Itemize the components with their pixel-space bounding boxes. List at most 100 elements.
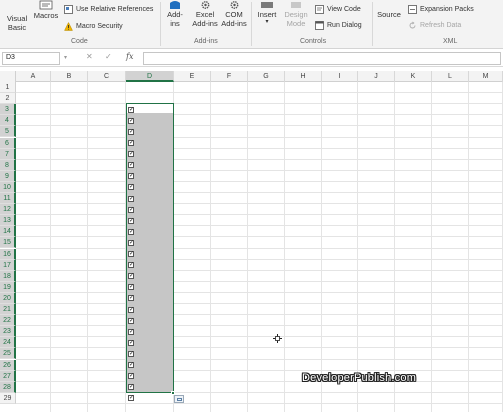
row-header-20[interactable]: 20 xyxy=(0,292,16,304)
enter-icon[interactable]: ✓ xyxy=(105,52,112,61)
checkbox-d25[interactable]: ✓ xyxy=(128,350,134,357)
checkbox-d12[interactable]: ✓ xyxy=(128,206,134,213)
row-header-26[interactable]: 26 xyxy=(0,359,16,371)
watermark: DeveloperPublish.com xyxy=(302,372,417,384)
insert-function-icon[interactable]: fx xyxy=(126,52,133,61)
column-header-l[interactable]: L xyxy=(432,71,469,82)
row-header-14[interactable]: 14 xyxy=(0,226,16,238)
row-gridline xyxy=(16,136,503,138)
column-header-g[interactable]: G xyxy=(248,71,285,82)
row-header-3[interactable]: 3 xyxy=(0,104,16,116)
macros-button[interactable]: Macros xyxy=(33,0,59,20)
warning-icon xyxy=(64,22,73,31)
column-header-k[interactable]: K xyxy=(395,71,432,82)
checkbox-d11[interactable]: ✓ xyxy=(128,195,134,202)
checkbox-d18[interactable]: ✓ xyxy=(128,273,134,280)
checkbox-d6[interactable]: ✓ xyxy=(128,140,134,146)
group-separator xyxy=(372,2,373,46)
checkbox-d15[interactable]: ✓ xyxy=(128,239,134,246)
row-header-29[interactable]: 29 xyxy=(0,392,16,404)
insert-controls-button[interactable]: Insert ▾ xyxy=(254,0,280,25)
worksheet-grid[interactable]: ABCDEFGHIJKLM 1 2 3 ✓ 4 ✓ 5 ✓ 6 ✓ 7 ✓ 8 ✓ 9 ✓ 10 ✓ 11 ✓ 12 ✓ 1… xyxy=(0,71,503,412)
row-header-8[interactable]: 8 xyxy=(0,159,16,171)
name-box-dropdown-icon[interactable]: ▾ xyxy=(64,54,67,61)
checkbox-d5[interactable]: ✓ xyxy=(128,128,134,135)
checkbox-d16[interactable]: ✓ xyxy=(128,251,134,257)
column-header-h[interactable]: H xyxy=(285,71,322,82)
row-header-18[interactable]: 18 xyxy=(0,270,16,282)
checkbox-d22[interactable]: ✓ xyxy=(128,317,134,324)
addins-button[interactable]: Add- ins xyxy=(163,0,187,28)
checkbox-d14[interactable]: ✓ xyxy=(128,228,134,235)
column-header-c[interactable]: C xyxy=(88,71,126,82)
refresh-data-button[interactable]: Refresh Data xyxy=(408,21,461,30)
row-header-9[interactable]: 9 xyxy=(0,170,16,182)
column-header-b[interactable]: B xyxy=(51,71,88,82)
row-header-10[interactable]: 10 xyxy=(0,181,16,193)
xml-source-button[interactable]: Source xyxy=(375,0,403,19)
row-header-13[interactable]: 13 xyxy=(0,215,16,227)
view-code-button[interactable]: View Code xyxy=(315,5,361,14)
row-header-12[interactable]: 12 xyxy=(0,204,16,216)
expansion-packs-button[interactable]: Expansion Packs xyxy=(408,5,474,14)
cancel-icon[interactable]: ✕ xyxy=(86,52,93,61)
column-header-d[interactable]: D xyxy=(126,71,174,82)
checkbox-d19[interactable]: ✓ xyxy=(128,284,134,291)
row-header-21[interactable]: 21 xyxy=(0,304,16,316)
row-header-16[interactable]: 16 xyxy=(0,248,16,260)
design-mode-button[interactable]: Design Mode xyxy=(283,0,309,28)
row-header-2[interactable]: 2 xyxy=(0,93,16,105)
row-header-27[interactable]: 27 xyxy=(0,370,16,382)
row-header-7[interactable]: 7 xyxy=(0,148,16,160)
checkbox-d13[interactable]: ✓ xyxy=(128,217,134,224)
refresh-data-label: Refresh Data xyxy=(420,22,462,29)
row-header-19[interactable]: 19 xyxy=(0,281,16,293)
checkbox-d3[interactable]: ✓ xyxy=(128,106,134,113)
row-header-6[interactable]: 6 xyxy=(0,137,16,149)
row-header-23[interactable]: 23 xyxy=(0,326,16,338)
checkbox-d7[interactable]: ✓ xyxy=(128,151,134,158)
row-header-5[interactable]: 5 xyxy=(0,126,16,138)
checkbox-d28[interactable]: ✓ xyxy=(128,384,134,391)
checkbox-d10[interactable]: ✓ xyxy=(128,184,134,191)
row-header-28[interactable]: 28 xyxy=(0,381,16,393)
visual-basic-button[interactable]: Visual Basic xyxy=(4,4,30,32)
row-header-11[interactable]: 11 xyxy=(0,193,16,205)
checkbox-d24[interactable]: ✓ xyxy=(128,339,134,346)
run-dialog-button[interactable]: Run Dialog xyxy=(315,21,362,30)
macro-security-button[interactable]: Macro Security xyxy=(64,22,123,31)
checkbox-d21[interactable]: ✓ xyxy=(128,306,134,313)
checkbox-d29[interactable]: ✓ xyxy=(128,395,134,402)
excel-addins-button[interactable]: Excel Add-ins xyxy=(191,0,219,28)
checkbox-d4[interactable]: ✓ xyxy=(128,117,134,124)
column-header-e[interactable]: E xyxy=(174,71,211,82)
com-addins-button[interactable]: COM Add-ins xyxy=(220,0,248,28)
row-header-24[interactable]: 24 xyxy=(0,337,16,349)
column-gridline xyxy=(210,82,211,412)
checkbox-d23[interactable]: ✓ xyxy=(128,328,134,335)
checkbox-d9[interactable]: ✓ xyxy=(128,173,134,180)
checkbox-d17[interactable]: ✓ xyxy=(128,262,134,269)
column-header-f[interactable]: F xyxy=(211,71,248,82)
row-header-22[interactable]: 22 xyxy=(0,315,16,327)
use-relative-references-button[interactable]: Use Relative References xyxy=(64,5,153,14)
formula-input[interactable] xyxy=(143,52,501,65)
row-gridline xyxy=(16,203,503,205)
checkbox-d8[interactable]: ✓ xyxy=(128,162,134,169)
column-header-j[interactable]: J xyxy=(358,71,395,82)
toolbox-icon xyxy=(261,2,273,8)
column-header-i[interactable]: I xyxy=(322,71,358,82)
checkbox-d20[interactable]: ✓ xyxy=(128,295,134,302)
quick-analysis-button[interactable] xyxy=(174,395,184,403)
select-all-corner[interactable] xyxy=(0,71,16,82)
checkbox-d27[interactable]: ✓ xyxy=(128,373,134,380)
name-box[interactable]: D3 xyxy=(2,52,60,65)
row-header-1[interactable]: 1 xyxy=(0,82,16,94)
checkbox-d26[interactable]: ✓ xyxy=(128,362,134,368)
row-header-17[interactable]: 17 xyxy=(0,259,16,271)
column-header-m[interactable]: M xyxy=(469,71,503,82)
row-header-4[interactable]: 4 xyxy=(0,115,16,127)
row-header-15[interactable]: 15 xyxy=(0,237,16,249)
column-header-a[interactable]: A xyxy=(16,71,51,82)
row-header-25[interactable]: 25 xyxy=(0,348,16,360)
